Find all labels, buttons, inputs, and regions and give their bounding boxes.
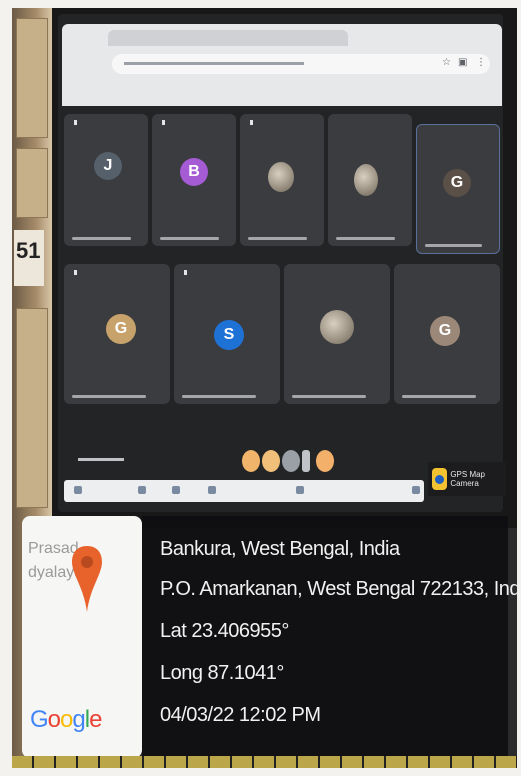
participant-avatar: G xyxy=(430,316,460,346)
mic-off-icon xyxy=(74,120,77,125)
os-taskbar xyxy=(64,480,424,502)
participant-tile[interactable] xyxy=(240,114,324,246)
reactions-button[interactable] xyxy=(316,450,334,472)
map-pin-icon xyxy=(72,546,102,612)
avatar-initial: G xyxy=(114,320,128,337)
participant-name xyxy=(160,237,219,240)
google-logo-letter: G xyxy=(30,706,49,733)
star-icon[interactable]: ☆ xyxy=(442,58,452,68)
present-button[interactable] xyxy=(302,450,310,472)
taskbar-app-icon[interactable] xyxy=(74,486,82,494)
address-text: P.O. Amarkanan, West Bengal 722133, Indi… xyxy=(160,578,521,600)
datetime-text: 04/03/22 12:02 PM xyxy=(160,704,321,726)
browser-tab[interactable] xyxy=(108,30,348,46)
google-logo: Google xyxy=(30,706,102,734)
participant-avatar xyxy=(354,164,378,196)
city-text: Bankura, West Bengal, India xyxy=(160,538,400,560)
menu-icon[interactable]: ⋮ xyxy=(476,58,486,68)
participant-avatar: B xyxy=(180,158,208,186)
shelf-panel xyxy=(16,148,48,218)
gps-camera-badge: GPS Map Camera xyxy=(428,462,506,496)
mic-off-icon xyxy=(184,270,187,275)
video-grid: J B G G S G xyxy=(64,114,500,414)
url-text xyxy=(124,62,304,65)
participant-name xyxy=(248,237,307,240)
participant-name xyxy=(336,237,395,240)
participant-name xyxy=(72,395,147,398)
gps-camera-icon xyxy=(432,468,448,490)
meeting-code xyxy=(78,458,124,461)
participant-tile[interactable]: B xyxy=(152,114,236,246)
google-logo-letter: o xyxy=(60,706,73,733)
participant-avatar: S xyxy=(214,320,244,350)
keyboard-edge xyxy=(12,756,517,768)
avatar-initial: G xyxy=(438,322,452,339)
participant-name xyxy=(182,395,257,398)
avatar-initial: G xyxy=(450,174,464,191)
participant-avatar: G xyxy=(443,169,471,197)
participant-tile[interactable]: G xyxy=(394,264,500,404)
extension-icon[interactable]: ▣ xyxy=(458,58,468,68)
taskbar-app-icon[interactable] xyxy=(208,486,216,494)
taskbar-app-icon[interactable] xyxy=(138,486,146,494)
participant-tile[interactable] xyxy=(284,264,390,404)
latitude-text: Lat 23.406955° xyxy=(160,620,289,642)
taskbar-app-icon[interactable] xyxy=(172,486,180,494)
google-logo-letter: e xyxy=(89,706,102,733)
location-info-panel: Bankura, West Bengal, India P.O. Amarkan… xyxy=(142,516,521,758)
google-logo-letter: o xyxy=(47,706,61,733)
self-view-tile[interactable]: G xyxy=(416,124,500,254)
avatar-initial: B xyxy=(188,163,200,180)
participant-name xyxy=(425,244,483,247)
shelf-panel xyxy=(16,308,48,508)
gps-camera-app-name: GPS Map Camera xyxy=(450,470,486,488)
participant-name xyxy=(72,237,131,240)
taskbar-app-icon[interactable] xyxy=(412,486,420,494)
google-logo-letter: g xyxy=(72,706,85,733)
participant-tile[interactable]: G xyxy=(64,264,170,404)
avatar-initial: S xyxy=(223,326,235,343)
mic-button[interactable] xyxy=(242,450,260,472)
avatar-initial: J xyxy=(103,157,113,174)
participant-tile[interactable] xyxy=(328,114,412,246)
monitor-screen: ☆ ▣ ⋮ J B G G S G xyxy=(58,14,503,512)
shelf-panel xyxy=(16,18,48,138)
taskbar-app-icon[interactable] xyxy=(296,486,304,494)
browser-toolbar: ☆ ▣ ⋮ xyxy=(62,24,502,106)
participant-name xyxy=(402,395,477,398)
participant-tile[interactable]: S xyxy=(174,264,280,404)
mic-off-icon xyxy=(162,120,165,125)
mic-off-icon xyxy=(74,270,77,275)
camera-button[interactable] xyxy=(262,450,280,472)
address-bar[interactable] xyxy=(112,54,490,74)
participant-avatar xyxy=(320,310,354,344)
shelf-sign: 51 xyxy=(14,230,44,286)
longitude-text: Long 87.1041° xyxy=(160,662,284,684)
captions-button[interactable] xyxy=(282,450,300,472)
mic-off-icon xyxy=(250,120,253,125)
participant-avatar xyxy=(268,162,294,192)
participant-avatar: G xyxy=(106,314,136,344)
participant-tile[interactable]: J xyxy=(64,114,148,246)
participant-name xyxy=(292,395,367,398)
participant-avatar: J xyxy=(94,152,122,180)
